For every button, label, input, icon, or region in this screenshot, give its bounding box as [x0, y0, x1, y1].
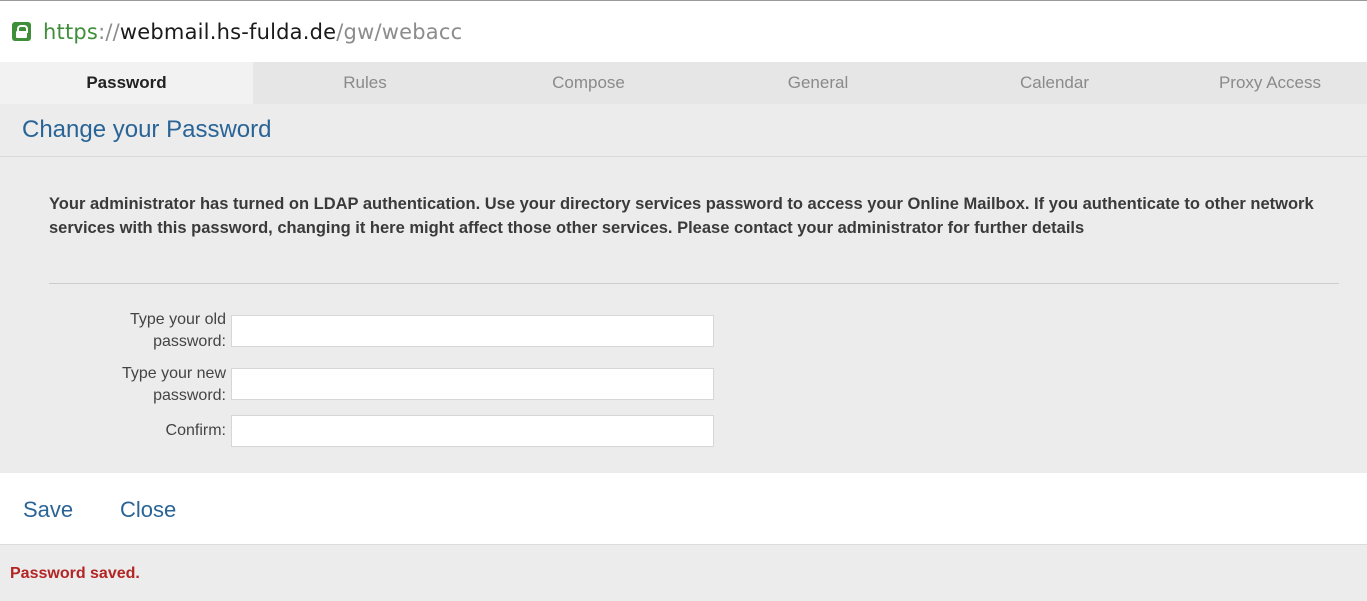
settings-tabs: Password Rules Compose General Calendar … — [0, 62, 1367, 104]
ldap-notice: Your administrator has turned on LDAP au… — [49, 195, 1314, 237]
close-button[interactable]: Close — [120, 497, 176, 523]
confirm-password-input[interactable] — [231, 415, 714, 447]
url-separator: :// — [98, 19, 120, 44]
new-password-label: Type your new password: — [121, 365, 226, 404]
password-panel: Change your Password Your administrator … — [0, 104, 1367, 473]
old-password-label: Type your old password: — [129, 311, 226, 350]
action-bar: Save Close — [0, 473, 1367, 544]
tab-general[interactable]: General — [700, 62, 936, 104]
old-password-input[interactable] — [231, 315, 714, 347]
tab-proxy-access[interactable]: Proxy Access — [1173, 62, 1367, 104]
tab-compose[interactable]: Compose — [477, 62, 700, 104]
confirm-password-label: Confirm: — [165, 422, 226, 439]
save-button[interactable]: Save — [23, 497, 73, 523]
url-scheme: https — [43, 19, 99, 44]
status-message: Password saved. — [10, 565, 140, 582]
title-divider — [0, 156, 1367, 157]
status-bar: Password saved. — [0, 544, 1367, 601]
url-host: webmail.hs-fulda.de — [119, 19, 337, 44]
lock-icon — [12, 22, 31, 41]
notice-divider — [49, 283, 1339, 284]
url-path: /gw/webacc — [336, 19, 463, 44]
tab-calendar[interactable]: Calendar — [936, 62, 1173, 104]
page-title: Change your Password — [22, 116, 272, 143]
new-password-input[interactable] — [231, 368, 714, 400]
tab-rules[interactable]: Rules — [253, 62, 477, 104]
address-bar[interactable]: https://webmail.hs-fulda.de/gw/webacc — [0, 0, 1367, 62]
tab-password[interactable]: Password — [0, 62, 253, 104]
